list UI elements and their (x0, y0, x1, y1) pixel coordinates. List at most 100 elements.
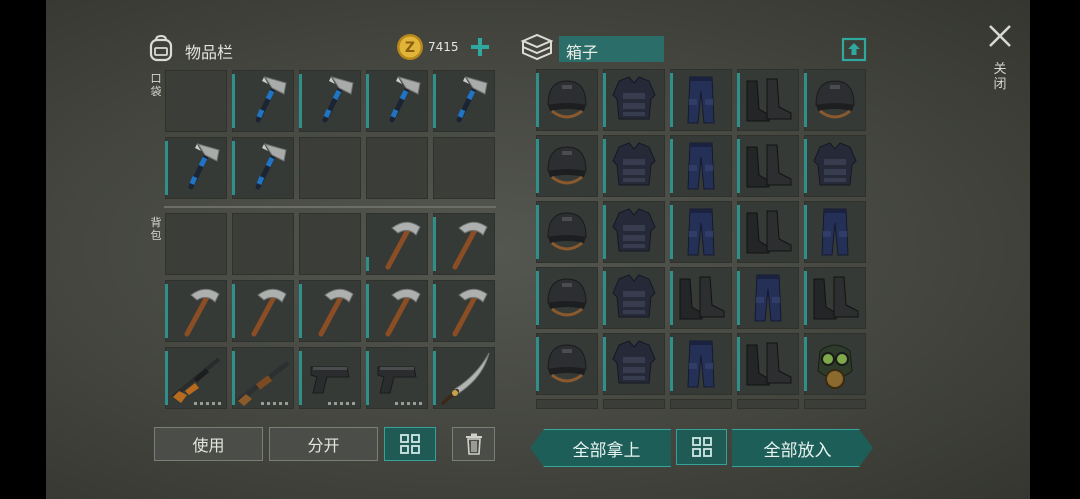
box-slot[interactable] (536, 69, 598, 131)
pants-icon (687, 76, 715, 124)
pocket-slot[interactable] (366, 70, 428, 132)
backpack-slot[interactable] (232, 213, 294, 275)
backpack-slot[interactable] (433, 280, 495, 342)
hatchet-icon (255, 76, 287, 123)
ammo-dots (395, 402, 423, 405)
ammo-dots (328, 402, 356, 405)
hatchet-icon (255, 143, 287, 190)
backpack-slot[interactable] (433, 213, 495, 275)
box-slot[interactable] (536, 399, 598, 409)
helmet-icon (547, 212, 587, 251)
box-slot[interactable] (804, 399, 866, 409)
currency-amount: 7415 (428, 40, 459, 54)
split-button-label: 分开 (307, 436, 340, 455)
inventory-view-toggle-button[interactable] (384, 427, 436, 461)
box-slot[interactable] (536, 333, 598, 395)
discard-button[interactable] (452, 427, 495, 461)
box-slot[interactable] (603, 399, 665, 409)
pocket-slot[interactable] (232, 137, 294, 199)
box-slot[interactable] (670, 201, 732, 263)
box-slot[interactable] (804, 69, 866, 131)
close-label: 关闭 (993, 62, 1007, 92)
box-slot[interactable] (737, 333, 799, 395)
container-title-field: 箱子 (559, 36, 664, 62)
armor-icon (612, 76, 656, 120)
hatchet-icon (456, 76, 488, 123)
backpack-slot[interactable] (165, 347, 227, 409)
hatchet-icon (389, 76, 421, 123)
put-all-button[interactable]: 全部放入 (732, 429, 873, 467)
box-slot[interactable] (670, 333, 732, 395)
backpack-icon (148, 34, 174, 62)
backpack-slot[interactable] (366, 347, 428, 409)
pocket-slot[interactable] (433, 70, 495, 132)
ammo-dots (261, 402, 289, 405)
backpack-slot[interactable] (165, 280, 227, 342)
backpack-slot[interactable] (299, 280, 361, 342)
box-slot[interactable] (804, 201, 866, 263)
pocket-slot[interactable] (433, 137, 495, 199)
backpack-slot[interactable] (299, 347, 361, 409)
backpack-slot[interactable] (165, 213, 227, 275)
pistol-icon (377, 366, 417, 394)
close-button[interactable] (986, 22, 1014, 50)
box-slot[interactable] (804, 333, 866, 395)
add-currency-button[interactable] (467, 34, 493, 60)
backpack-slot[interactable] (232, 280, 294, 342)
helmet-icon (547, 278, 587, 317)
helmet-icon (815, 80, 855, 119)
pocket-slot[interactable] (165, 70, 227, 132)
box-slot[interactable] (603, 201, 665, 263)
pocket-slot[interactable] (232, 70, 294, 132)
box-slot[interactable] (737, 135, 799, 197)
box-slot[interactable] (536, 135, 598, 197)
upload-icon (841, 37, 867, 62)
backpack-slot[interactable] (366, 213, 428, 275)
sort-upload-button[interactable] (841, 36, 867, 62)
box-slot[interactable] (603, 267, 665, 329)
box-slot[interactable] (737, 399, 799, 409)
grid-icon (400, 434, 420, 454)
split-button[interactable]: 分开 (269, 427, 378, 461)
use-button[interactable]: 使用 (154, 427, 263, 461)
box-slot[interactable] (737, 267, 799, 329)
pocket-label: 口袋 (150, 72, 162, 98)
box-slot[interactable] (603, 135, 665, 197)
pants-icon (687, 340, 715, 388)
inventory-title: 物品栏 (185, 43, 234, 62)
box-slot[interactable] (737, 69, 799, 131)
pocket-slot[interactable] (165, 137, 227, 199)
backpack-slot[interactable] (366, 280, 428, 342)
boots-icon (746, 342, 792, 386)
backpack-slot[interactable] (433, 347, 495, 409)
rifle-icon (171, 357, 221, 403)
helmet-icon (547, 80, 587, 119)
box-slot[interactable] (670, 135, 732, 197)
backpack-slot[interactable] (232, 347, 294, 409)
box-icon (520, 32, 554, 62)
box-slot[interactable] (670, 69, 732, 131)
armor-icon (612, 340, 656, 384)
box-slot[interactable] (804, 135, 866, 197)
pants-icon (687, 142, 715, 190)
container-view-toggle-button[interactable] (676, 429, 727, 465)
take-all-button[interactable]: 全部拿上 (530, 429, 671, 467)
box-slot[interactable] (670, 267, 732, 329)
box-slot[interactable] (670, 399, 732, 409)
ammo-dots (194, 402, 222, 405)
backpack-slot[interactable] (299, 213, 361, 275)
boots-icon (813, 276, 859, 320)
pickaxe-icon (184, 288, 220, 337)
box-slot[interactable] (603, 333, 665, 395)
box-slot[interactable] (737, 201, 799, 263)
machete-icon (441, 352, 490, 405)
pocket-slot[interactable] (299, 137, 361, 199)
pocket-slot[interactable] (299, 70, 361, 132)
box-slot[interactable] (603, 69, 665, 131)
box-slot[interactable] (536, 267, 598, 329)
pants-icon (821, 208, 849, 256)
box-slot[interactable] (536, 201, 598, 263)
pocket-slot[interactable] (366, 137, 428, 199)
boots-icon (746, 144, 792, 188)
box-slot[interactable] (804, 267, 866, 329)
